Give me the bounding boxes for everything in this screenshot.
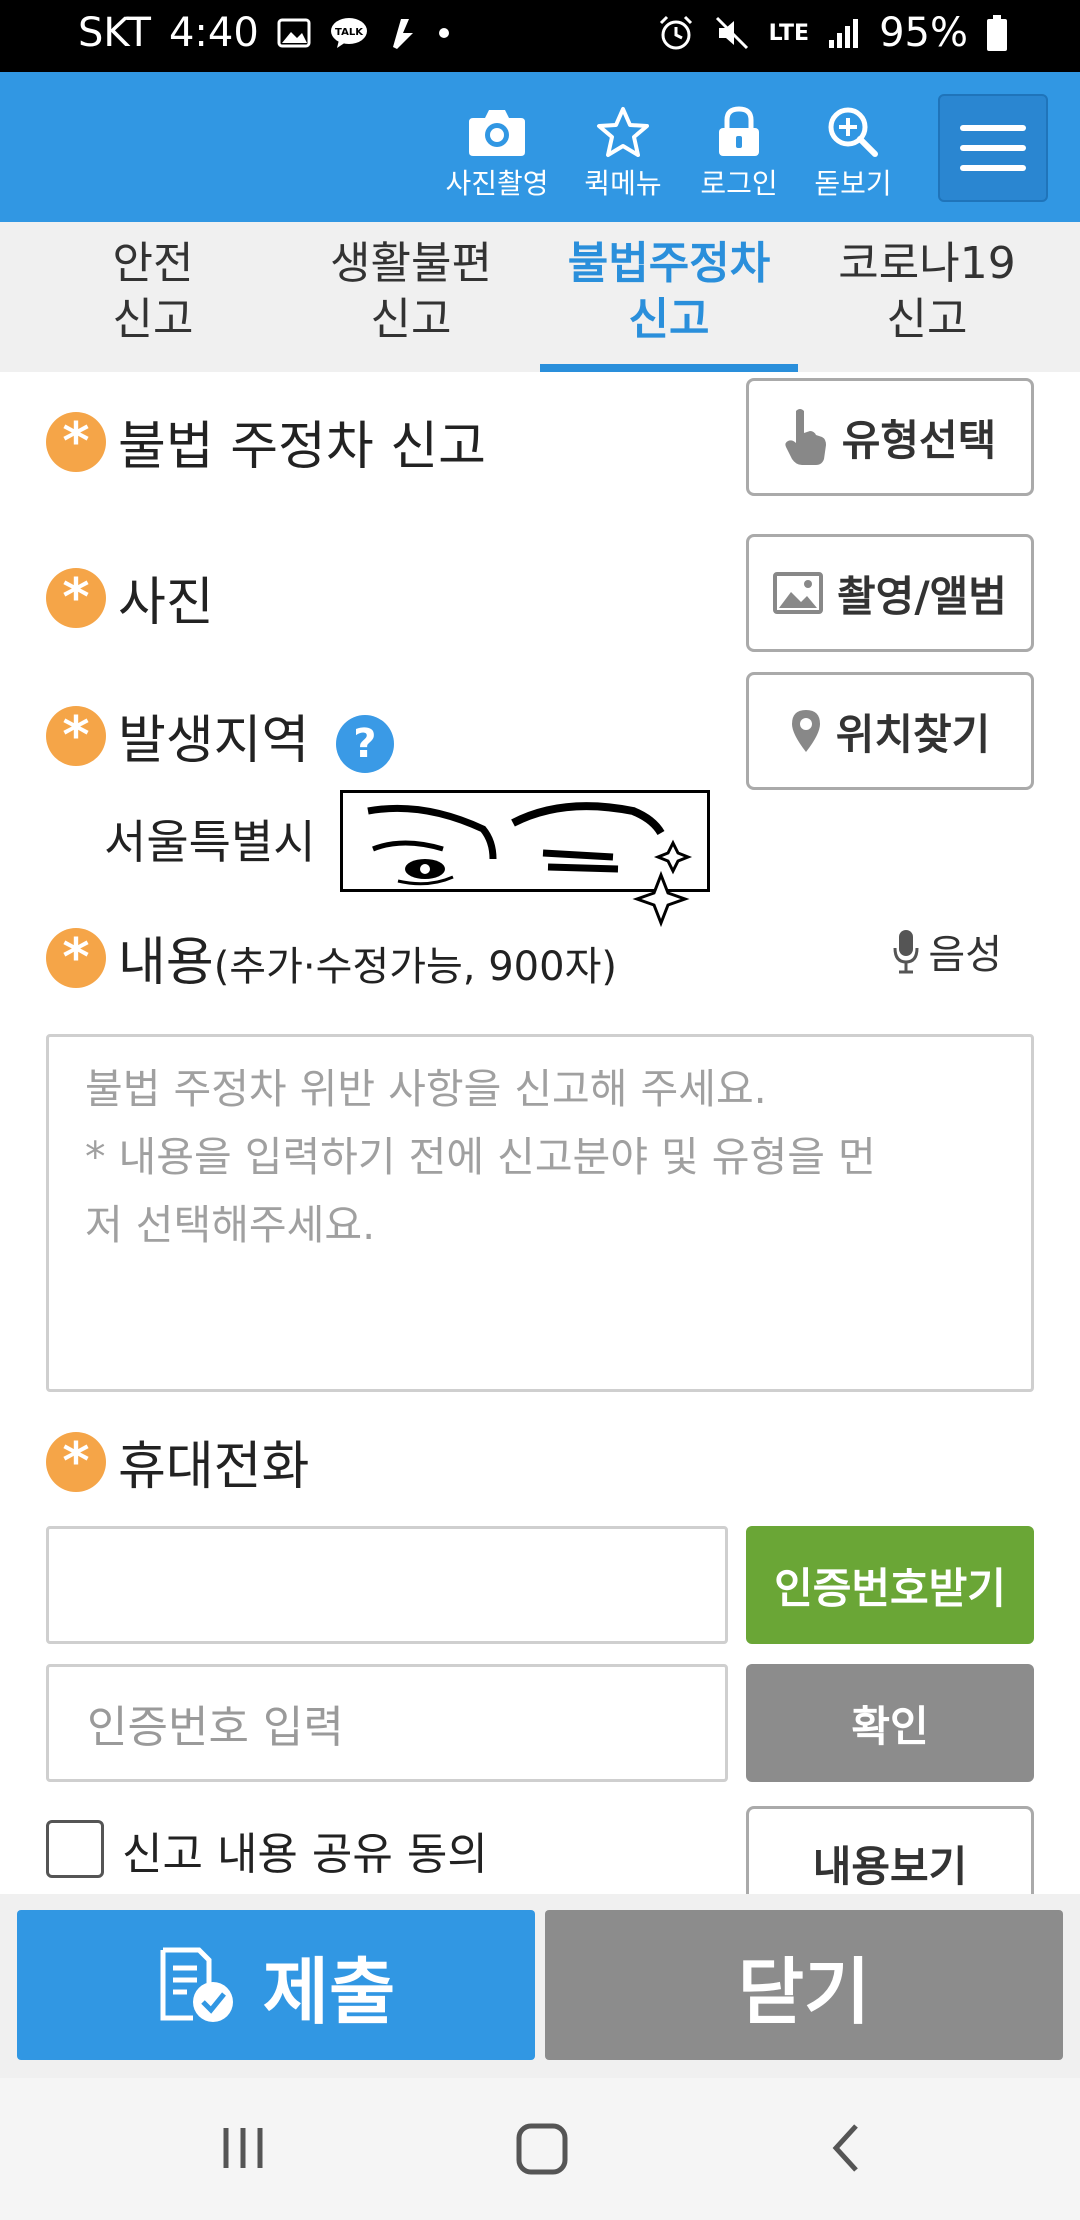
talk-notification-icon: TALK	[329, 16, 369, 50]
quick-menu-button[interactable]: 퀵메뉴	[558, 106, 688, 202]
location-city: 서울특별시	[104, 815, 316, 869]
app-header: 사진촬영 퀵메뉴 로그인 돋보기	[0, 72, 1080, 222]
alarm-icon	[657, 14, 695, 52]
microphone-icon	[893, 930, 919, 974]
location-pin-icon	[791, 710, 820, 752]
required-mark-icon: *	[46, 412, 106, 472]
redacted-address-image	[340, 790, 710, 928]
svg-text:TALK: TALK	[335, 27, 364, 38]
carrier-label: SKT	[78, 10, 151, 56]
phone-input[interactable]	[46, 1526, 728, 1644]
camera-button[interactable]: 사진촬영	[432, 106, 562, 202]
required-mark-icon: *	[46, 1432, 106, 1492]
submit-button-label: 제출	[262, 1949, 396, 2034]
tap-finger-icon	[785, 409, 826, 465]
login-button[interactable]: 로그인	[674, 106, 804, 202]
home-icon[interactable]	[514, 2118, 570, 2178]
login-button-label: 로그인	[700, 167, 778, 200]
submit-button[interactable]: 제출	[17, 1910, 535, 2060]
type-select-button[interactable]: 유형선택	[746, 378, 1034, 496]
magnifier-button[interactable]: 돋보기	[788, 106, 918, 202]
share-consent-label: 신고 내용 공유 동의	[122, 1829, 488, 1880]
camera-button-label: 사진촬영	[445, 167, 549, 200]
photo-album-button-label: 촬영/앨범	[837, 571, 1007, 621]
content-limit-note: (추가·수정가능, 900자)	[213, 944, 617, 990]
request-auth-code-button[interactable]: 인증번호받기	[746, 1526, 1034, 1644]
network-label: LTE	[768, 20, 810, 46]
photo-album-button[interactable]: 촬영/앨범	[746, 534, 1034, 652]
content-label-row: 내용(추가·수정가능, 900자)	[118, 920, 617, 995]
hamburger-menu-button[interactable]	[938, 94, 1048, 202]
back-icon[interactable]	[826, 2118, 866, 2178]
photo-label: 사진	[118, 573, 214, 633]
region-label-row: 발생지역 ?	[118, 698, 394, 773]
required-mark-icon: *	[46, 928, 106, 988]
view-content-button[interactable]: 내용보기	[746, 1806, 1034, 1906]
voice-input-label: 음성	[928, 932, 1002, 978]
required-mark-icon: *	[46, 706, 106, 766]
gallery-notification-icon	[277, 18, 311, 48]
type-select-button-label: 유형선택	[841, 415, 997, 465]
help-icon[interactable]: ?	[335, 715, 394, 773]
tab-covid19[interactable]: 코로나19 신고	[798, 236, 1056, 348]
magnifier-button-label: 돋보기	[814, 167, 892, 200]
app-notification-icon	[387, 15, 419, 51]
find-location-button[interactable]: 위치찾기	[746, 672, 1034, 790]
region-label: 발생지역	[118, 711, 310, 771]
recent-apps-icon[interactable]	[218, 2118, 268, 2178]
battery-icon	[986, 14, 1008, 52]
auth-code-input[interactable]: 인증번호 입력	[46, 1664, 728, 1782]
close-button[interactable]: 닫기	[545, 1910, 1063, 2060]
more-notifications-dot-icon	[437, 26, 451, 40]
active-tab-indicator	[540, 364, 798, 372]
star-icon	[597, 107, 649, 157]
zoom-in-icon	[828, 107, 878, 157]
mute-icon	[713, 14, 751, 52]
find-location-button-label: 위치찾기	[835, 709, 991, 759]
image-icon	[773, 572, 824, 614]
tab-illegal-parking[interactable]: 불법주정차 신고	[540, 236, 798, 348]
content-textarea[interactable]: 불법 주정차 위반 사항을 신고해 주세요. * 내용을 입력하기 전에 신고분…	[46, 1034, 1034, 1392]
battery-label: 95%	[879, 10, 968, 56]
report-category-tabs: 안전 신고 생활불편 신고 불법주정차 신고 코로나19 신고	[0, 222, 1080, 372]
hamburger-menu-icon	[960, 125, 1026, 131]
content-label: 내용	[118, 933, 214, 993]
quick-menu-button-label: 퀵메뉴	[584, 167, 662, 200]
time-label: 4:40	[168, 10, 259, 56]
tab-safety[interactable]: 안전 신고	[24, 236, 282, 348]
required-mark-icon: *	[46, 568, 106, 628]
confirm-auth-button[interactable]: 확인	[746, 1664, 1034, 1782]
tab-living-inconvenience[interactable]: 생활불편 신고	[282, 236, 540, 348]
camera-icon	[469, 110, 525, 156]
phone-label: 휴대전화	[118, 1437, 310, 1497]
section-title: 불법 주정차 신고	[118, 417, 486, 477]
voice-input-button[interactable]: 음성	[892, 922, 1002, 980]
signal-icon	[827, 16, 861, 50]
system-navigation-bar	[0, 2078, 1080, 2220]
status-bar: SKT 4:40 TALK LTE 95%	[0, 0, 1080, 72]
lock-icon	[719, 106, 759, 156]
document-check-icon	[160, 1947, 233, 2022]
share-consent-checkbox[interactable]	[46, 1820, 104, 1878]
